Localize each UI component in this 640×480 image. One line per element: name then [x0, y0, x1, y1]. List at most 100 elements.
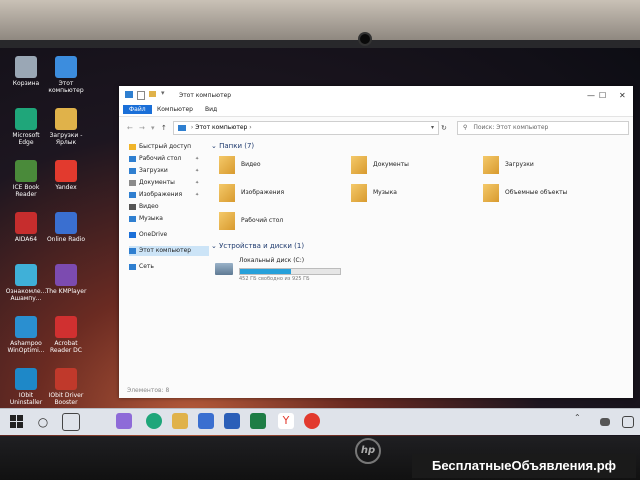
start-button[interactable] — [10, 415, 24, 429]
breadcrumb[interactable]: Этот компьютер — [195, 124, 247, 131]
sidebar-item[interactable]: Сеть — [129, 262, 209, 272]
sidebar-item-label: Быстрый доступ — [139, 143, 192, 150]
chevron-down-icon[interactable]: ▾ — [431, 122, 434, 134]
cloud-icon — [129, 231, 136, 238]
up-icon[interactable]: ↑ — [161, 124, 167, 132]
desktop-icon[interactable]: The KMPlayer — [44, 264, 88, 295]
file-explorer-icon[interactable] — [172, 413, 188, 429]
app-icon — [55, 368, 77, 390]
task-view-icon[interactable] — [62, 413, 80, 431]
tab-view[interactable]: Вид — [205, 106, 217, 113]
address-bar[interactable]: › Этот компьютер › ▾ — [173, 121, 439, 135]
app-icon — [55, 160, 77, 182]
3d-objects-folder-icon — [483, 184, 499, 202]
sidebar-item[interactable]: Быстрый доступ — [129, 142, 209, 152]
pin-icon: ✦ — [195, 192, 200, 198]
desktop-icon-label: The KMPlayer — [45, 288, 87, 295]
battery-icon[interactable] — [600, 418, 610, 426]
desktop-icon-label: ICE Book Reader — [12, 184, 40, 198]
app-icon — [55, 108, 77, 130]
sidebar-item[interactable]: Музыка — [129, 214, 209, 224]
sidebar-item[interactable]: Изображения ✦ — [129, 190, 209, 200]
computer-icon — [125, 91, 133, 98]
desktop-icon-label: Загрузки - Ярлык — [49, 132, 83, 146]
folder-icon[interactable] — [149, 91, 156, 97]
taskbar-app-icon[interactable] — [304, 413, 320, 429]
desktop-icon[interactable]: Ashampoo WinOptimi... — [4, 316, 48, 354]
properties-icon[interactable] — [137, 91, 145, 100]
taskbar-app-icon[interactable] — [116, 413, 132, 429]
search-input[interactable]: ⚲ Поиск: Этот компьютер — [457, 121, 629, 135]
edge-icon[interactable] — [146, 413, 162, 429]
devices-group-header[interactable]: ⌄ Устройства и диски (1) — [211, 242, 304, 250]
app-icon — [15, 212, 37, 234]
word-icon[interactable] — [224, 413, 240, 429]
desktop-icon[interactable]: Yandex — [44, 160, 88, 191]
desktop-icon[interactable]: IObit Driver Booster — [44, 368, 88, 406]
tray-chevron-icon[interactable]: ⌃ — [574, 413, 584, 429]
drive-free-space: 452 ГБ свободно из 925 ГБ — [239, 276, 310, 282]
search-icon[interactable]: ○ — [34, 413, 52, 431]
tab-file[interactable]: Файл — [123, 105, 152, 114]
maximize-button[interactable]: ☐ — [599, 91, 606, 100]
desktop-icon-label: Ознакомле... Ашампу... — [5, 288, 47, 302]
explorer-window: ▾ Этот компьютер — ☐ ✕ Файл Компьютер Ви… — [119, 86, 633, 398]
folder-label: Рабочий стол — [241, 217, 284, 224]
sidebar-item[interactable]: Видео — [129, 202, 209, 212]
sidebar-item[interactable]: OneDrive — [129, 230, 209, 240]
folders-group-header[interactable]: ⌄ Папки (7) — [211, 142, 254, 150]
images-folder-icon — [219, 184, 235, 202]
desktop-icon-label: Acrobat Reader DC — [50, 340, 82, 354]
sidebar-item[interactable]: Документы ✦ — [129, 178, 209, 188]
tab-computer[interactable]: Компьютер — [157, 106, 193, 113]
back-icon[interactable]: ← — [127, 124, 133, 132]
forward-icon[interactable]: → — [139, 124, 145, 132]
desktop-icon[interactable]: Корзина — [4, 56, 48, 87]
computer-icon — [178, 124, 186, 131]
desktop-icon[interactable]: ICE Book Reader — [4, 160, 48, 198]
desktop-icon[interactable]: AIDA64 — [4, 212, 48, 243]
drive-c[interactable]: Локальный диск (C:) 452 ГБ свободно из 9… — [215, 257, 415, 287]
sidebar-item-label: Сеть — [139, 263, 154, 270]
minimize-button[interactable]: — — [587, 91, 595, 100]
title-bar: ▾ Этот компьютер — ☐ ✕ — [119, 86, 633, 104]
network-icon — [129, 263, 136, 270]
desktop-icon[interactable]: Ознакомле... Ашампу... — [4, 264, 48, 302]
documents-folder-icon — [351, 156, 367, 174]
app-icon — [55, 212, 77, 234]
desktop-icon[interactable]: Online Radio — [44, 212, 88, 243]
music-icon — [129, 215, 136, 222]
desktop-icon[interactable]: Microsoft Edge — [4, 108, 48, 146]
mail-icon[interactable] — [198, 413, 214, 429]
recent-locations-icon[interactable]: ▾ — [151, 124, 155, 132]
drive-name: Локальный диск (C:) — [239, 257, 305, 264]
breadcrumb-separator-icon: › — [190, 124, 194, 131]
desktop-icon[interactable]: Этот компьютер — [44, 56, 88, 94]
yandex-icon[interactable]: Y — [278, 413, 294, 429]
refresh-icon[interactable]: ↻ — [441, 124, 447, 132]
star-icon — [129, 143, 136, 150]
close-button[interactable]: ✕ — [619, 91, 626, 100]
drive-usage-fill — [240, 269, 291, 274]
sidebar-item[interactable]: Загрузки ✦ — [129, 166, 209, 176]
folder-label: Музыка — [373, 189, 397, 196]
sidebar-item[interactable]: Рабочий стол ✦ — [129, 154, 209, 164]
navigation-bar: ← → ▾ ↑ › Этот компьютер › ▾ ↻ ⚲ Поиск: … — [119, 118, 633, 136]
search-placeholder: Поиск: Этот компьютер — [473, 124, 549, 131]
chevron-down-icon[interactable]: ▾ — [161, 89, 165, 97]
search-icon: ⚲ — [463, 124, 468, 131]
desktop-icon[interactable]: IObit Uninstaller — [4, 368, 48, 406]
download-icon — [129, 167, 136, 174]
sidebar-item-label: Документы — [139, 179, 175, 186]
app-icon — [55, 56, 77, 78]
desktop-icon-label: Online Radio — [46, 236, 86, 243]
chevron-icon: ⌄ — [211, 142, 220, 150]
sidebar-item-label: Загрузки — [139, 167, 168, 174]
desktop-icon[interactable]: Acrobat Reader DC — [44, 316, 88, 354]
ribbon-tabs: Файл Компьютер Вид — [119, 104, 633, 117]
excel-icon[interactable] — [250, 413, 266, 429]
sidebar-item[interactable]: Этот компьютер — [129, 246, 209, 256]
notifications-icon[interactable] — [622, 416, 634, 428]
desktop-icon[interactable]: Загрузки - Ярлык — [44, 108, 88, 146]
watermark: БесплатныеОбъявления.рф — [412, 454, 636, 478]
